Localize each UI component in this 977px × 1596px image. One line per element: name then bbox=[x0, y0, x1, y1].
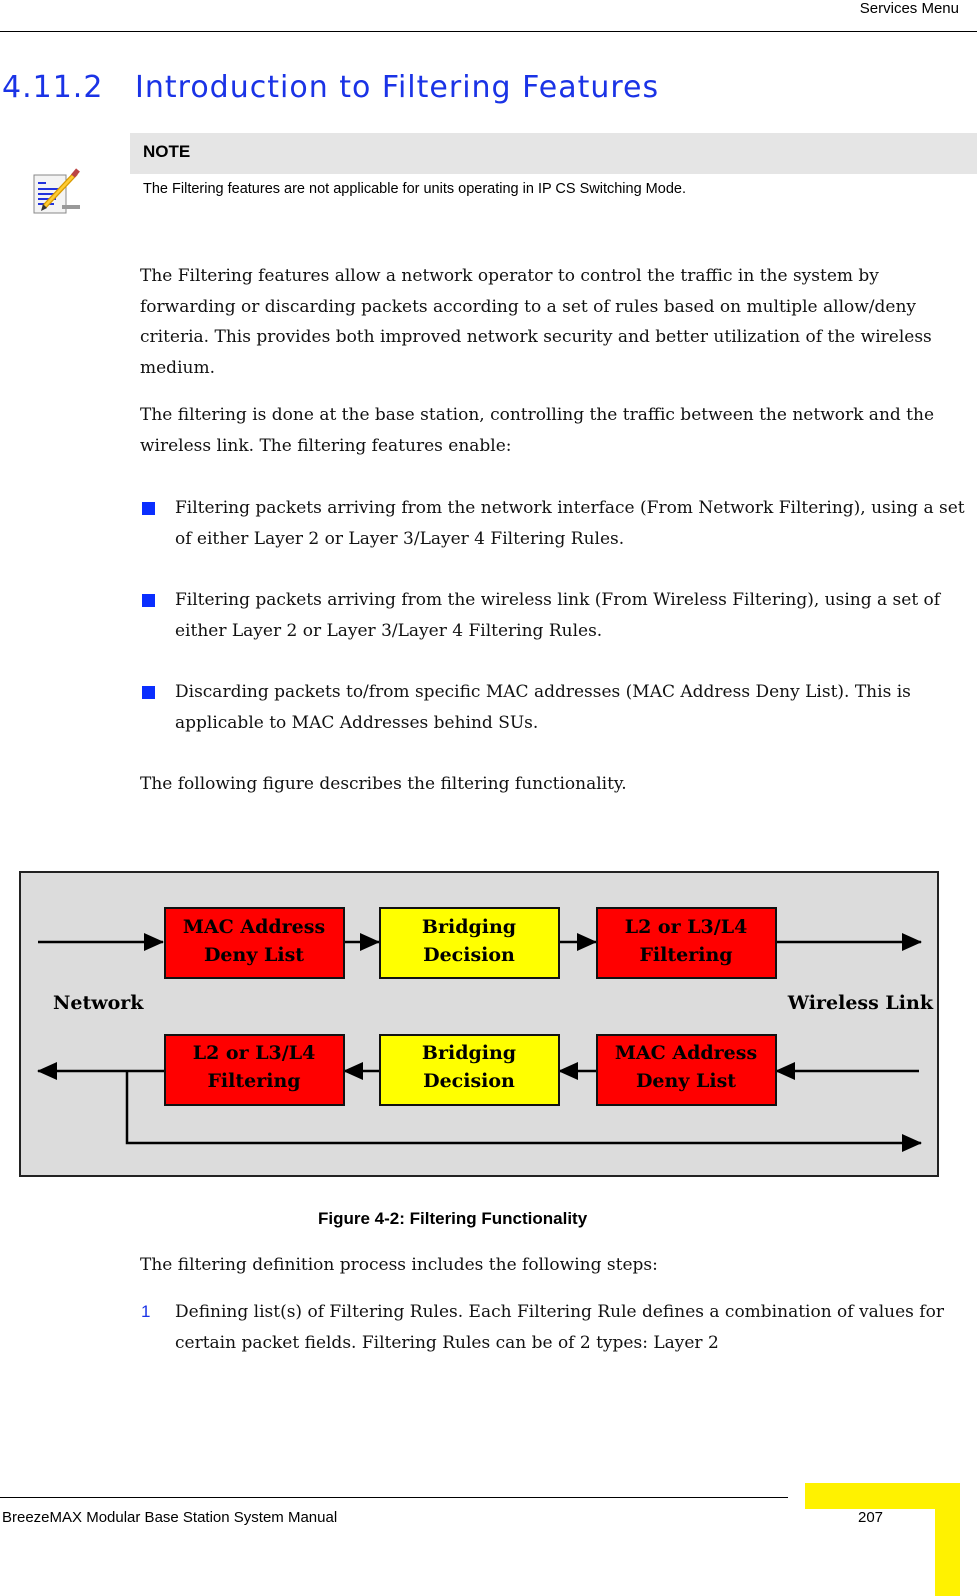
box-label-line1: Bridging bbox=[422, 1042, 516, 1064]
diagram-box-top-3: L2 or L3/L4 Filtering bbox=[596, 907, 777, 979]
figure-intro: The following figure describes the filte… bbox=[140, 774, 627, 794]
bullet-square-icon bbox=[142, 686, 155, 699]
page-tab-decoration bbox=[935, 1483, 960, 1596]
wireless-link-label: Wireless Link bbox=[787, 992, 934, 1014]
note-text: The Filtering features are not applicabl… bbox=[143, 181, 686, 197]
diagram-box-bottom-3: MAC Address Deny List bbox=[596, 1034, 777, 1106]
paragraph: The Filtering features allow a network o… bbox=[140, 266, 932, 379]
bullet-text: Filtering packets arriving from the wire… bbox=[175, 590, 941, 641]
diagram-box-bottom-1: L2 or L3/L4 Filtering bbox=[164, 1034, 345, 1106]
box-label-line1: Bridging bbox=[422, 916, 516, 938]
box-label-line2: Decision bbox=[423, 1070, 515, 1092]
step-text: Defining list(s) of Filtering Rules. Eac… bbox=[175, 1302, 944, 1353]
bullet-square-icon bbox=[142, 594, 155, 607]
bullet-item: Discarding packets to/from specific MAC … bbox=[140, 677, 970, 738]
diagram-box-top-1: MAC Address Deny List bbox=[164, 907, 345, 979]
box-label-line1: L2 or L3/L4 bbox=[193, 1042, 316, 1064]
bullet-item: Filtering packets arriving from the netw… bbox=[140, 493, 970, 554]
box-label-line2: Filtering bbox=[639, 944, 732, 966]
bullet-item: Filtering packets arriving from the wire… bbox=[140, 585, 970, 646]
step-item: 1 Defining list(s) of Filtering Rules. E… bbox=[140, 1297, 970, 1358]
footer-divider bbox=[0, 1497, 788, 1498]
note-title: NOTE bbox=[130, 133, 977, 174]
page-number: 207 bbox=[858, 1509, 884, 1526]
diagram-box-bottom-2: Bridging Decision bbox=[379, 1034, 560, 1106]
figure-caption: Figure 4-2: Filtering Functionality bbox=[318, 1209, 588, 1228]
box-label-line1: MAC Address bbox=[615, 1042, 757, 1064]
steps-intro: The filtering definition process include… bbox=[140, 1255, 658, 1275]
box-label-line1: MAC Address bbox=[183, 916, 325, 938]
section-heading: 4.11.2 Introduction to Filtering Feature… bbox=[2, 70, 659, 105]
network-label: Network bbox=[53, 992, 144, 1014]
footer-manual-title: BreezeMAX Modular Base Station System Ma… bbox=[2, 1509, 338, 1526]
header-divider bbox=[0, 31, 977, 32]
box-label-line2: Decision bbox=[423, 944, 515, 966]
box-label-line2: Deny List bbox=[204, 944, 304, 966]
section-title: Introduction to Filtering Features bbox=[135, 70, 660, 105]
bullet-square-icon bbox=[142, 502, 155, 515]
diagram-box-top-2: Bridging Decision bbox=[379, 907, 560, 979]
running-header: Services Menu bbox=[859, 0, 959, 17]
bullet-text: Discarding packets to/from specific MAC … bbox=[175, 682, 911, 733]
box-label-line2: Filtering bbox=[207, 1070, 300, 1092]
bullet-text: Filtering packets arriving from the netw… bbox=[175, 498, 965, 549]
box-label-line2: Deny List bbox=[636, 1070, 736, 1092]
section-number: 4.11.2 bbox=[2, 70, 104, 105]
filtering-diagram: MAC Address Deny List Bridging Decision … bbox=[19, 871, 939, 1177]
paragraph: The filtering is done at the base statio… bbox=[140, 405, 935, 456]
note-pencil-icon bbox=[33, 168, 80, 214]
note-box: NOTE The Filtering features are not appl… bbox=[130, 133, 977, 197]
step-number: 1 bbox=[141, 1302, 151, 1321]
box-label-line1: L2 or L3/L4 bbox=[625, 916, 748, 938]
